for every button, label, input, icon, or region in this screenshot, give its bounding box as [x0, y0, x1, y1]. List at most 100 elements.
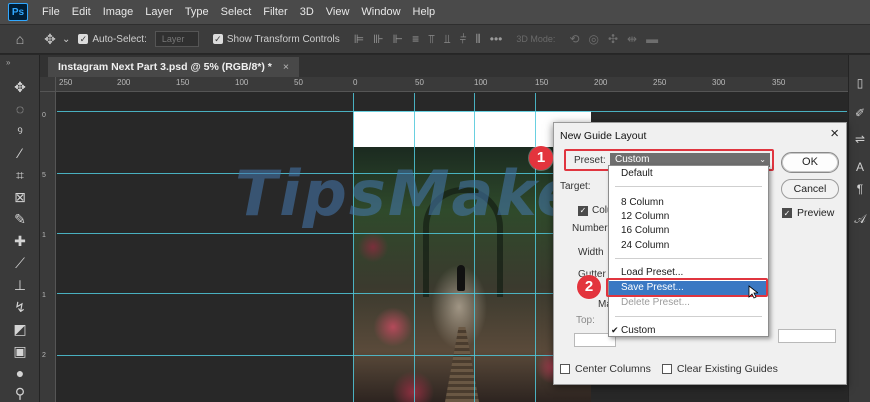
- ruler-tick-label: 350: [772, 78, 786, 87]
- magic-wand-tool-icon[interactable]: ⁄: [8, 143, 32, 163]
- eyedropper-tool-icon[interactable]: ✎: [8, 209, 32, 229]
- tool-preset-chevron-icon[interactable]: ⌄: [62, 34, 70, 45]
- 3d-pan-icon[interactable]: ✣: [608, 32, 618, 46]
- ruler-origin[interactable]: [40, 77, 56, 92]
- close-tab-icon[interactable]: ×: [283, 61, 289, 73]
- ruler-tick-label: 0: [42, 112, 46, 119]
- menu-image[interactable]: Image: [97, 0, 140, 24]
- preview-checkbox[interactable]: ✓ Preview: [782, 207, 834, 219]
- menu-separator: [615, 186, 762, 187]
- show-transform-checkbox[interactable]: ✓ Show Transform Controls: [212, 33, 340, 45]
- preset-option-8-column[interactable]: 8 Column: [609, 196, 768, 210]
- ok-button[interactable]: OK: [781, 152, 839, 173]
- frame-tool-icon[interactable]: ⊠: [8, 187, 32, 207]
- gradient-tool-icon[interactable]: ▣: [8, 341, 32, 361]
- align-top-icon[interactable]: ⫪: [428, 32, 435, 47]
- 3d-scale-icon[interactable]: ▬: [646, 32, 658, 46]
- checkbox-checked-icon: ✓: [578, 205, 588, 216]
- 3d-orbit-icon[interactable]: ⟲: [569, 32, 579, 46]
- margin-right-field[interactable]: [778, 329, 836, 343]
- ruler-tick-label: 1: [42, 292, 46, 299]
- move-tool-icon[interactable]: ✥: [40, 29, 60, 49]
- 3d-slide-icon[interactable]: ⇹: [627, 32, 637, 46]
- distribute-spacing-icon[interactable]: ⦀: [476, 32, 481, 47]
- distribute-icon[interactable]: ≡: [412, 32, 419, 47]
- menu-select[interactable]: Select: [215, 0, 258, 24]
- marquee-tool-icon[interactable]: ◌: [8, 99, 32, 119]
- 3d-roll-icon[interactable]: ◎: [588, 32, 598, 46]
- healing-brush-tool-icon[interactable]: ✚: [8, 231, 32, 251]
- clone-stamp-tool-icon[interactable]: ⊥: [8, 275, 32, 295]
- preview-label: Preview: [797, 207, 835, 219]
- right-panel-dock: ▯ ✐ ⇌ A ¶ 𝒜: [848, 55, 870, 402]
- menu-filter[interactable]: Filter: [257, 0, 293, 24]
- menu-window[interactable]: Window: [355, 0, 406, 24]
- preset-option-16-column[interactable]: 16 Column: [609, 224, 768, 238]
- preset-dropdown-menu: Default 8 Column 12 Column 16 Column 24 …: [608, 165, 769, 337]
- home-icon[interactable]: ⌂: [10, 29, 30, 49]
- horizontal-guide[interactable]: [57, 111, 847, 112]
- glyphs-panel-icon[interactable]: 𝒜: [852, 211, 868, 227]
- menu-help[interactable]: Help: [407, 0, 442, 24]
- watermark-text: TipsMake: [235, 157, 581, 230]
- dodge-tool-icon[interactable]: ⚲: [8, 383, 32, 402]
- lasso-tool-icon[interactable]: ꝰ: [8, 121, 32, 141]
- collapse-toolbar-icon[interactable]: »: [6, 58, 10, 67]
- ruler-tick-label: 2: [42, 352, 46, 359]
- ruler-tick-label: 250: [59, 78, 73, 87]
- history-panel-icon[interactable]: ▯: [852, 75, 868, 91]
- target-label: Target:: [560, 181, 591, 192]
- horizontal-ruler[interactable]: 250 200 150 100 50 0 50 100 150 200 250 …: [56, 77, 848, 92]
- blur-tool-icon[interactable]: ●: [8, 363, 32, 383]
- clear-guides-label: Clear Existing Guides: [676, 363, 778, 375]
- paragraph-panel-icon[interactable]: ¶: [852, 181, 868, 197]
- center-columns-checkbox[interactable]: Center Columns Clear Existing Guides: [560, 363, 778, 375]
- more-options-icon[interactable]: •••: [490, 32, 503, 47]
- auto-select-checkbox[interactable]: ✓ Auto-Select:: [78, 33, 147, 45]
- brush-settings-icon[interactable]: ✐: [852, 105, 868, 121]
- clear-guides-checkbox[interactable]: [661, 364, 672, 374]
- close-icon[interactable]: ×: [830, 125, 839, 142]
- move-tool-icon[interactable]: ✥: [8, 77, 32, 97]
- align-right-icon[interactable]: ⊩: [393, 32, 403, 47]
- vertical-guide[interactable]: [353, 93, 354, 402]
- preset-option-24-column[interactable]: 24 Column: [609, 239, 768, 253]
- menu-type[interactable]: Type: [179, 0, 215, 24]
- brush-tool-icon[interactable]: ⟋: [8, 253, 32, 273]
- align-bottom-icon[interactable]: ⫩: [460, 32, 467, 47]
- ruler-tick-label: 200: [594, 78, 608, 87]
- ruler-tick-label: 50: [415, 78, 424, 87]
- ruler-tick-label: 50: [294, 78, 303, 87]
- eraser-tool-icon[interactable]: ◩: [8, 319, 32, 339]
- menu-view[interactable]: View: [320, 0, 356, 24]
- preset-option-12-column[interactable]: 12 Column: [609, 210, 768, 224]
- character-panel-icon[interactable]: A: [852, 159, 868, 175]
- menu-3d[interactable]: 3D: [294, 0, 320, 24]
- auto-select-label: Auto-Select:: [92, 33, 147, 45]
- document-tab[interactable]: Instagram Next Part 3.psd @ 5% (RGB/8*) …: [48, 57, 299, 77]
- vertical-guide[interactable]: [535, 93, 536, 402]
- preset-option-default[interactable]: Default: [609, 167, 768, 181]
- align-middle-icon[interactable]: ⫫: [444, 32, 451, 47]
- menu-separator: [615, 258, 762, 259]
- preset-option-custom[interactable]: Custom: [609, 324, 768, 338]
- checkbox-checked-icon: ✓: [212, 33, 223, 44]
- show-transform-label: Show Transform Controls: [226, 33, 340, 45]
- crop-tool-icon[interactable]: ⌗: [8, 165, 32, 185]
- auto-select-target-select[interactable]: Layer: [154, 31, 199, 47]
- align-center-icon[interactable]: ⊪: [373, 32, 383, 47]
- menu-file[interactable]: File: [36, 0, 66, 24]
- width-label: Width: [578, 247, 604, 258]
- vertical-guide[interactable]: [474, 93, 475, 402]
- align-buttons: ⊫ ⊪ ⊩ ≡ ⫪ ⫫ ⫩ ⦀ •••: [354, 32, 503, 47]
- align-left-icon[interactable]: ⊫: [354, 32, 364, 47]
- vertical-ruler[interactable]: 0 5 1 1 2: [40, 92, 56, 402]
- adjustments-icon[interactable]: ⇌: [852, 131, 868, 147]
- menu-edit[interactable]: Edit: [66, 0, 97, 24]
- menu-layer[interactable]: Layer: [139, 0, 179, 24]
- cancel-button[interactable]: Cancel: [781, 179, 839, 199]
- document-tab-bar: Instagram Next Part 3.psd @ 5% (RGB/8*) …: [40, 55, 848, 77]
- step-1-badge: 1: [529, 146, 553, 170]
- history-brush-tool-icon[interactable]: ↯: [8, 297, 32, 317]
- vertical-guide[interactable]: [414, 93, 415, 402]
